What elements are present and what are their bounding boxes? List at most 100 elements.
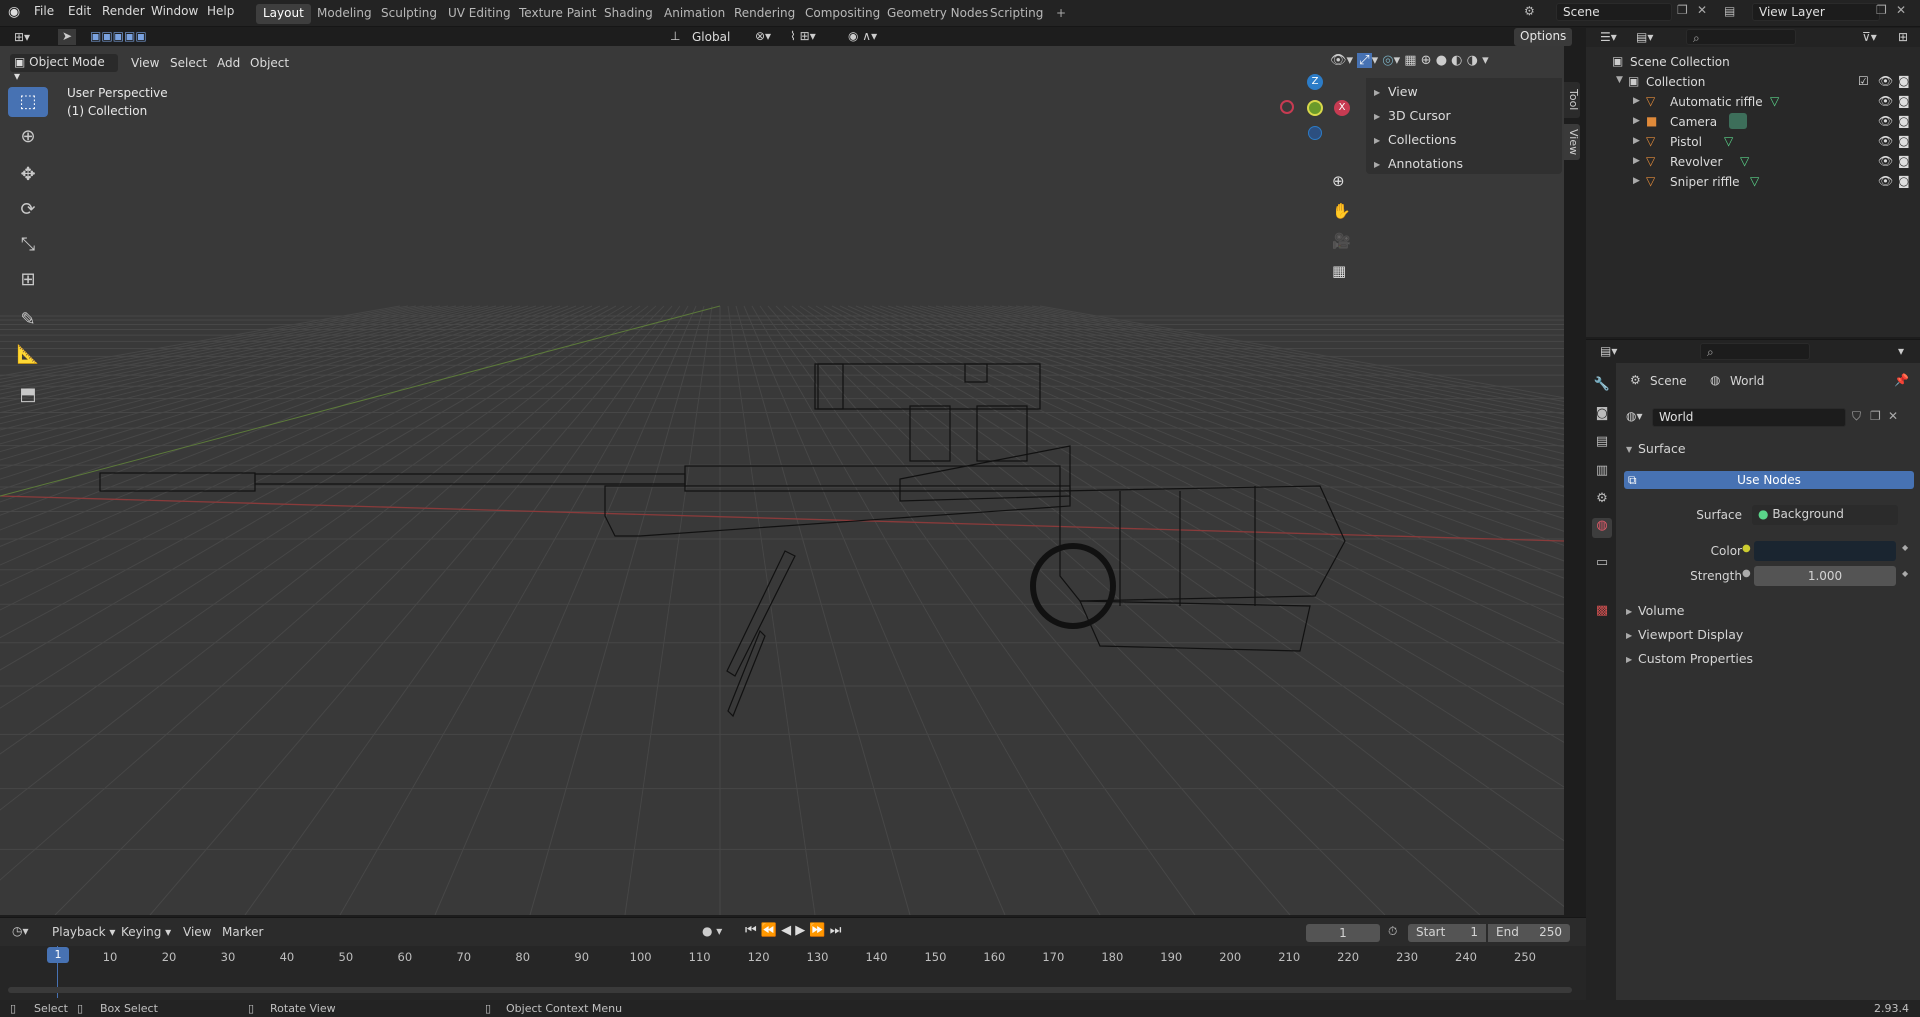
tab-geometry-nodes[interactable]: Geometry Nodes	[880, 4, 995, 24]
close-scene-icon[interactable]: ✕	[1697, 3, 1707, 17]
world-name-field[interactable]: World	[1652, 408, 1846, 427]
expand-viewport-display-icon[interactable]: ▶	[1626, 631, 1632, 640]
outliner-search-input[interactable]: ⌕	[1686, 29, 1796, 45]
options-button[interactable]: Options	[1514, 28, 1573, 46]
snap-icon[interactable]: ⌇ ⊞▾	[790, 29, 816, 43]
expand-view-icon[interactable]: ▶	[1374, 88, 1380, 97]
scene-field[interactable]: Scene	[1556, 3, 1672, 21]
view-layer-icon[interactable]: ▤	[1724, 4, 1735, 18]
expand-icon[interactable]: ▶	[1633, 96, 1640, 106]
view-layer-tab-icon[interactable]: ▥	[1592, 463, 1612, 483]
expand-icon[interactable]: ▶	[1633, 176, 1640, 186]
expand-collections-icon[interactable]: ▶	[1374, 136, 1380, 145]
surface-section-header[interactable]: Surface	[1638, 441, 1686, 456]
tab-view[interactable]: View	[1564, 124, 1580, 160]
expand-annotations-icon[interactable]: ▶	[1374, 160, 1380, 169]
new-collection-icon[interactable]: ⊞	[1898, 30, 1908, 44]
visibility-eye-icon[interactable]: 👁	[1878, 154, 1893, 168]
gizmo-z-axis[interactable]: Z	[1307, 74, 1323, 90]
render-tab-icon[interactable]: ◙	[1592, 406, 1612, 426]
add-workspace-icon[interactable]: +	[1049, 4, 1073, 24]
display-mode-icon[interactable]: ▤▾	[1636, 30, 1653, 44]
keyframe-dot-icon[interactable]: ◆	[1902, 569, 1908, 578]
render-camera-icon[interactable]: ◙	[1898, 174, 1910, 188]
timeline-scrollbar[interactable]	[8, 987, 1572, 993]
render-camera-icon[interactable]: ◙	[1898, 74, 1910, 88]
camera-view-icon[interactable]: 🎥	[1332, 232, 1351, 250]
expand-volume-icon[interactable]: ▶	[1626, 607, 1632, 616]
menu-keying[interactable]: Keying ▾	[121, 925, 171, 939]
editor-type-icon[interactable]: ⊞▾	[14, 30, 30, 44]
color-socket-icon[interactable]: ●	[1742, 543, 1751, 554]
output-tab-icon[interactable]: ▤	[1592, 434, 1612, 454]
world-selector-icon[interactable]: ◍▾	[1626, 409, 1643, 423]
viewport-display-section-header[interactable]: Viewport Display	[1638, 627, 1743, 642]
tab-uv-editing[interactable]: UV Editing	[441, 4, 518, 24]
menu-marker[interactable]: Marker	[222, 925, 263, 939]
visibility-eye-icon[interactable]: 👁	[1878, 94, 1893, 108]
select-mode-icons[interactable]: ▣▣▣▣▣	[90, 29, 147, 43]
filter-icon[interactable]: ⊽▾	[1862, 30, 1877, 44]
select-tool-icon[interactable]: ➤	[58, 29, 76, 45]
visibility-eye-icon[interactable]: 👁	[1878, 134, 1893, 148]
menu-edit[interactable]: Edit	[68, 4, 91, 18]
properties-search-input[interactable]: ⌕	[1700, 343, 1810, 360]
gizmo-neg-x[interactable]	[1280, 100, 1294, 114]
cursor-tool-icon[interactable]: ⊕	[8, 122, 48, 152]
expand-icon[interactable]: ▶	[1633, 136, 1640, 146]
properties-options-icon[interactable]: ▾	[1898, 344, 1904, 358]
visibility-eye-icon[interactable]: 👁	[1878, 174, 1893, 188]
current-frame-field[interactable]: 1	[1306, 924, 1380, 942]
expand-icon[interactable]: ▶	[1633, 156, 1640, 166]
outliner-item-automatic-riffle[interactable]: ▶ ▽ Automatic riffle ▽ 👁 ◙	[1586, 93, 1920, 113]
navigation-gizmo[interactable]: Z X	[1272, 72, 1362, 162]
record-icon[interactable]: ● ▾	[702, 924, 722, 938]
fake-user-shield-icon[interactable]: ⛉	[1852, 409, 1861, 424]
npanel-annotations[interactable]: Annotations	[1388, 156, 1463, 171]
scale-tool-icon[interactable]: ⤡	[8, 230, 48, 260]
tool-settings-tab-icon[interactable]: 🔧	[1592, 377, 1612, 397]
outliner-item-camera[interactable]: ▶ ■ Camera 👁 ◙	[1586, 113, 1920, 133]
add-cube-tool-icon[interactable]: ⬒	[8, 380, 48, 410]
outliner-collection[interactable]: ▼ ▣ Collection ☑ 👁 ◙	[1586, 73, 1920, 93]
tab-sculpting[interactable]: Sculpting	[374, 4, 444, 24]
outliner-editor-icon[interactable]: ☰▾	[1600, 30, 1617, 44]
keyframe-dot-icon[interactable]: ◆	[1902, 543, 1908, 552]
copy-scene-icon[interactable]: ❐	[1677, 3, 1688, 17]
render-camera-icon[interactable]: ◙	[1898, 94, 1910, 108]
tab-layout[interactable]: Layout	[256, 4, 311, 24]
render-camera-icon[interactable]: ◙	[1898, 134, 1910, 148]
zoom-icon[interactable]: ⊕	[1332, 172, 1345, 190]
tab-compositing[interactable]: Compositing	[798, 4, 887, 24]
use-nodes-button[interactable]: ⧉ Use Nodes	[1624, 471, 1914, 489]
tab-rendering[interactable]: Rendering	[727, 4, 802, 24]
start-frame-field[interactable]: Start 1	[1408, 924, 1486, 942]
gizmo-x-axis[interactable]: X	[1334, 100, 1350, 116]
outliner-item-revolver[interactable]: ▶ ▽ Revolver ▽ 👁 ◙	[1586, 153, 1920, 173]
menu-view[interactable]: View	[131, 56, 159, 70]
tab-scripting[interactable]: Scripting	[983, 4, 1050, 24]
properties-editor-icon[interactable]: ▤▾	[1600, 344, 1617, 358]
menu-help[interactable]: Help	[207, 4, 234, 18]
copy-view-layer-icon[interactable]: ❐	[1876, 3, 1887, 17]
gizmo-y-axis[interactable]	[1307, 100, 1323, 116]
volume-section-header[interactable]: Volume	[1638, 603, 1685, 618]
tab-animation[interactable]: Animation	[657, 4, 732, 24]
timeline-editor-icon[interactable]: ◷▾	[12, 924, 29, 938]
measure-tool-icon[interactable]: 📐	[8, 340, 48, 370]
gizmo-neg-z[interactable]	[1308, 126, 1322, 140]
duplicate-world-icon[interactable]: ❐	[1870, 409, 1881, 423]
collection-tab-icon[interactable]: ▭	[1592, 555, 1612, 575]
tab-shading[interactable]: Shading	[597, 4, 660, 24]
collection-checkbox[interactable]: ☑	[1858, 74, 1869, 88]
menu-select[interactable]: Select	[170, 56, 207, 70]
ortho-grid-icon[interactable]: ▦	[1332, 262, 1346, 280]
collapse-surface-icon[interactable]: ▼	[1626, 445, 1632, 454]
expand-icon[interactable]: ▶	[1633, 116, 1640, 126]
custom-properties-section-header[interactable]: Custom Properties	[1638, 651, 1753, 666]
world-color-swatch[interactable]	[1754, 541, 1896, 561]
surface-shader-dropdown[interactable]: ● Background	[1752, 505, 1898, 525]
menu-timeline-view[interactable]: View	[183, 925, 211, 939]
render-camera-icon[interactable]: ◙	[1898, 114, 1910, 128]
menu-object[interactable]: Object	[250, 56, 289, 70]
